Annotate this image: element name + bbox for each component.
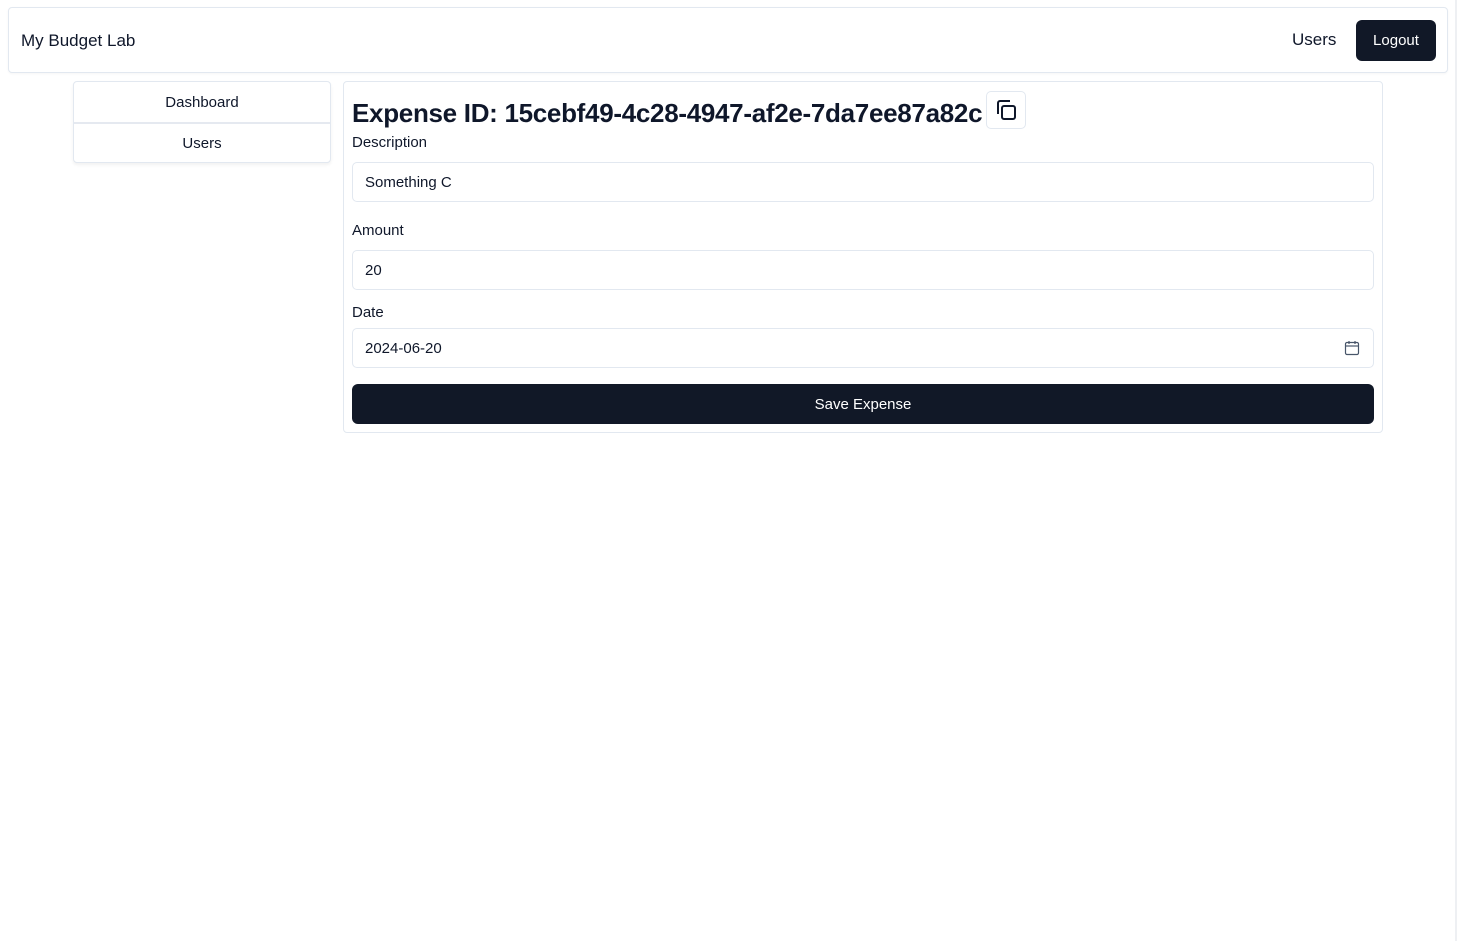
amount-input[interactable] — [352, 250, 1374, 290]
sidebar-item-dashboard[interactable]: Dashboard — [74, 82, 330, 122]
date-value: 2024-06-20 — [365, 339, 442, 357]
description-label: Description — [352, 134, 428, 151]
copy-id-button[interactable] — [986, 91, 1027, 129]
top-navbar: My Budget Lab Users Logout — [8, 7, 1448, 73]
copy-icon — [997, 100, 1017, 120]
amount-label: Amount — [352, 222, 404, 239]
nav-users-link[interactable]: Users — [1292, 29, 1336, 51]
save-expense-button[interactable]: Save Expense — [352, 384, 1374, 424]
sidebar: Dashboard Users — [73, 81, 331, 163]
page-title: Expense ID: 15cebf49-4c28-4947-af2e-7da7… — [352, 97, 983, 128]
sidebar-item-users[interactable]: Users — [74, 122, 330, 162]
date-input[interactable]: 2024-06-20 — [352, 328, 1374, 368]
expense-form-panel: Expense ID: 15cebf49-4c28-4947-af2e-7da7… — [343, 81, 1383, 433]
description-input[interactable] — [352, 162, 1374, 202]
title-row: Expense ID: 15cebf49-4c28-4947-af2e-7da7… — [352, 91, 1027, 132]
calendar-icon[interactable] — [1343, 339, 1361, 357]
app-brand[interactable]: My Budget Lab — [21, 30, 135, 52]
date-label: Date — [352, 304, 384, 321]
logout-button[interactable]: Logout — [1356, 20, 1436, 61]
